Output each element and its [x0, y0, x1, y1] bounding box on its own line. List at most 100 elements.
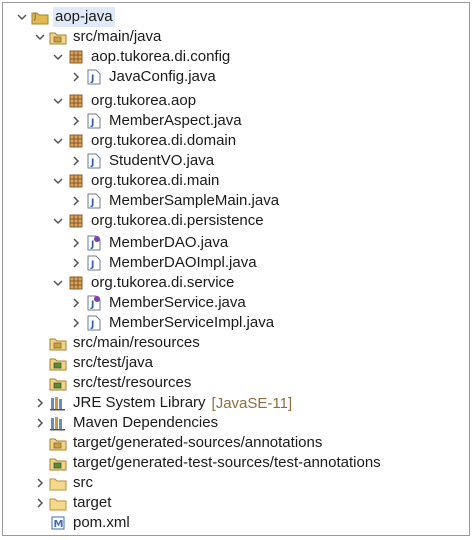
- test-source-folder-icon: [49, 355, 67, 371]
- tree-item-jre-library[interactable]: JRE System Library [JavaSE-11]: [33, 393, 292, 413]
- java-project-icon: J: [31, 9, 49, 25]
- java-file-icon: J: [85, 255, 103, 271]
- tree-item-label: target/generated-sources/annotations: [73, 434, 323, 451]
- java-file-icon: J: [85, 113, 103, 129]
- chevron-right-icon[interactable]: [33, 413, 47, 433]
- tree-item-label: org.tukorea.aop: [91, 92, 197, 109]
- tree-item-package-service[interactable]: org.tukorea.di.service: [51, 273, 236, 293]
- tree-item-label: target: [73, 494, 112, 511]
- tree-item-maven-dependencies[interactable]: Maven Dependencies: [33, 413, 220, 433]
- svg-text:J: J: [90, 320, 94, 330]
- chevron-right-icon[interactable]: [69, 191, 83, 211]
- chevron-down-icon[interactable]: [51, 273, 65, 293]
- tree-item-src-main-resources[interactable]: src/main/resources: [47, 333, 202, 353]
- tree-item-package-config[interactable]: aop.tukorea.di.config: [51, 47, 232, 67]
- chevron-right-icon[interactable]: [69, 293, 83, 313]
- java-file-icon: J: [85, 153, 103, 169]
- tree-item-label: src/test/java: [73, 354, 154, 371]
- tree-item-label: Maven Dependencies: [73, 414, 219, 431]
- java-file-icon: J: [85, 193, 103, 209]
- tree-item-src-test-resources[interactable]: src/test/resources: [47, 373, 193, 393]
- tree-item-pom[interactable]: M pom.xml: [47, 513, 132, 533]
- tree-item-label: MemberDAO.java: [109, 234, 229, 251]
- tree-item-package-domain[interactable]: org.tukorea.di.domain: [51, 131, 238, 151]
- folder-icon: [49, 475, 67, 491]
- chevron-right-icon[interactable]: [69, 253, 83, 273]
- tree-item-label: MemberService.java: [109, 294, 246, 311]
- tree-item-label: MemberDAOImpl.java: [109, 254, 257, 271]
- chevron-down-icon[interactable]: [51, 91, 65, 111]
- tree-item-label: src/main/java: [73, 28, 162, 45]
- tree-item-file-memberserviceimpl[interactable]: J MemberServiceImpl.java: [69, 313, 276, 333]
- tree-item-label: org.tukorea.di.service: [91, 274, 235, 291]
- java-interface-file-icon: J: [85, 235, 103, 251]
- svg-text:J: J: [90, 74, 94, 84]
- tree-item-label: src/test/resources: [73, 374, 192, 391]
- chevron-down-icon[interactable]: [15, 7, 29, 27]
- package-icon: [67, 173, 85, 189]
- tree-item-package-persistence[interactable]: org.tukorea.di.persistence: [51, 211, 266, 231]
- tree-item-file-memberservice[interactable]: J MemberService.java: [69, 293, 248, 313]
- folder-icon: [49, 495, 67, 511]
- chevron-right-icon[interactable]: [33, 493, 47, 513]
- tree-item-file-memberaspect[interactable]: J MemberAspect.java: [69, 111, 244, 131]
- tree-item-label: MemberSampleMain.java: [109, 192, 280, 209]
- package-icon: [67, 275, 85, 291]
- tree-item-package-main[interactable]: org.tukorea.di.main: [51, 171, 221, 191]
- tree-item-generated-sources[interactable]: target/generated-sources/annotations: [47, 433, 324, 453]
- chevron-down-icon[interactable]: [51, 211, 65, 231]
- svg-text:J: J: [90, 260, 94, 270]
- library-icon: [49, 395, 67, 411]
- source-folder-icon: [49, 435, 67, 451]
- svg-text:J: J: [90, 118, 94, 128]
- tree-item-file-memberdao[interactable]: J MemberDAO.java: [69, 233, 230, 253]
- tree-item-src-main-java[interactable]: src/main/java: [33, 27, 163, 47]
- chevron-right-icon[interactable]: [69, 111, 83, 131]
- package-icon: [67, 213, 85, 229]
- tree-item-file-membersamplemain[interactable]: J MemberSampleMain.java: [69, 191, 281, 211]
- tree-item-label: aop.tukorea.di.config: [91, 48, 231, 65]
- tree-item-src-folder[interactable]: src: [33, 473, 95, 493]
- chevron-right-icon[interactable]: [69, 233, 83, 253]
- tree-item-label: JavaConfig.java: [109, 68, 216, 85]
- chevron-down-icon[interactable]: [33, 27, 47, 47]
- chevron-right-icon[interactable]: [69, 313, 83, 333]
- chevron-right-icon[interactable]: [33, 393, 47, 413]
- tree-item-label: pom.xml: [73, 514, 130, 531]
- chevron-down-icon[interactable]: [51, 131, 65, 151]
- tree-item-suffix: [JavaSE-11]: [211, 394, 293, 412]
- chevron-right-icon[interactable]: [33, 473, 47, 493]
- chevron-down-icon[interactable]: [51, 171, 65, 191]
- source-folder-icon: [49, 335, 67, 351]
- tree-item-label: StudentVO.java: [109, 152, 215, 169]
- tree-item-generated-test-sources[interactable]: target/generated-test-sources/test-annot…: [47, 453, 383, 473]
- tree-item-project[interactable]: J aop-java: [15, 7, 115, 27]
- test-source-folder-icon: [49, 455, 67, 471]
- tree-item-file-memberdaoimpl[interactable]: J MemberDAOImpl.java: [69, 253, 259, 273]
- svg-text:M: M: [54, 519, 64, 530]
- package-explorer: J aop-java src/main/java aop.tukorea.di.…: [2, 2, 470, 536]
- chevron-down-icon[interactable]: [51, 47, 65, 67]
- chevron-right-icon[interactable]: [69, 151, 83, 171]
- tree-item-label: JRE System Library: [73, 394, 206, 411]
- svg-text:J: J: [90, 198, 94, 208]
- source-folder-icon: [49, 29, 67, 45]
- svg-text:J: J: [90, 158, 94, 168]
- java-file-icon: J: [85, 69, 103, 85]
- svg-text:J: J: [90, 300, 94, 310]
- tree-item-src-test-java[interactable]: src/test/java: [47, 353, 155, 373]
- tree-item-package-aop[interactable]: org.tukorea.aop: [51, 91, 198, 111]
- tree-item-label: MemberAspect.java: [109, 112, 242, 129]
- tree-item-label: src/main/resources: [73, 334, 200, 351]
- tree-item-file-javaconfig[interactable]: J JavaConfig.java: [69, 67, 218, 87]
- maven-pom-icon: M: [49, 515, 67, 531]
- tree-item-file-studentvo[interactable]: J StudentVO.java: [69, 151, 216, 171]
- tree-item-label: org.tukorea.di.main: [91, 172, 220, 189]
- svg-text:J: J: [33, 12, 36, 21]
- java-file-icon: J: [85, 315, 103, 331]
- svg-text:J: J: [90, 240, 94, 250]
- tree-item-label: aop-java: [53, 7, 115, 27]
- library-icon: [49, 415, 67, 431]
- chevron-right-icon[interactable]: [69, 67, 83, 87]
- tree-item-target-folder[interactable]: target: [33, 493, 113, 513]
